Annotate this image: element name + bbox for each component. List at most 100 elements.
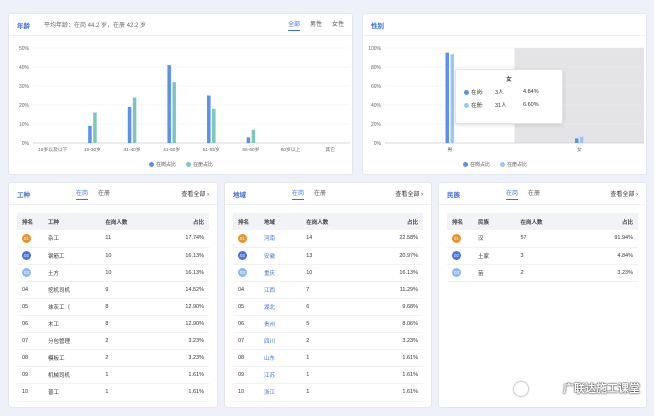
legend-label: 在册占比: [193, 162, 214, 168]
y-tick-label: 100%: [368, 46, 381, 52]
cell-count: 2: [105, 355, 109, 362]
col-pct: 占比: [157, 213, 209, 231]
cell-rank: 08: [17, 350, 43, 367]
cell-name[interactable]: 山东: [259, 350, 301, 367]
col-rank: 排名: [233, 213, 259, 231]
cell-count: 9: [105, 286, 109, 293]
tab-registered[interactable]: 在册: [314, 188, 326, 200]
col-count: 在岗人数: [301, 213, 366, 231]
cell-pct: 12.90%: [185, 304, 204, 311]
cell-rank: 02: [447, 247, 473, 264]
filter-all[interactable]: 全部: [287, 19, 300, 31]
x-tick-label: 女: [577, 146, 582, 153]
rank-number: 08: [238, 355, 245, 362]
cell-rank: 06: [17, 316, 43, 333]
cell-name: 土家: [478, 253, 490, 260]
cell-rank: 01: [447, 230, 473, 247]
cell-pct: 16.13%: [185, 269, 204, 276]
cell-pct: 17.74%: [185, 235, 204, 242]
tooltip-row-onduty: 在岗: 3人 4.84%: [464, 88, 554, 96]
cell-pct: 1.61%: [188, 389, 204, 396]
cell-rank: 01: [233, 230, 259, 247]
chevron-right-icon: ›: [636, 192, 638, 198]
cell-count: 1: [306, 389, 310, 396]
cell-name[interactable]: 四川: [259, 333, 301, 350]
trade-table: 排名 工种 在岗人数 占比 01 杂工 11 17.74% 02 钢筋工 10 16.13% 0…: [17, 213, 209, 402]
cell-name[interactable]: 河南: [259, 230, 301, 247]
rank-badge: 01: [238, 233, 247, 243]
cell-name: 汉: [478, 236, 484, 243]
table-row: 01 杂工 11 17.74%: [17, 230, 209, 248]
cell-pct: 3.23%: [617, 269, 633, 276]
cell-count: 7: [306, 286, 310, 293]
cell-name[interactable]: 贵州: [259, 316, 301, 333]
tab-onduty[interactable]: 在岗: [292, 188, 305, 200]
chevron-right-icon: ›: [421, 192, 423, 198]
trade-card-header: 工种 在岗 在册 查看全部 ›: [9, 183, 217, 205]
cell-pct: 16.13%: [185, 252, 204, 259]
rank-badge: 01: [22, 233, 31, 243]
cell-name: 钢筋工: [48, 253, 65, 260]
view-all-label: 查看全部: [181, 192, 206, 198]
tooltip-label: 在岗:: [471, 90, 484, 96]
tooltip-pct: 6.60%: [523, 102, 539, 108]
legend-label: 在岗占比: [156, 162, 177, 168]
table-header-row: 排名 民族 在岗人数 占比: [447, 213, 638, 231]
y-tick-label: 0%: [22, 141, 30, 147]
y-tick-label: 40%: [371, 103, 382, 109]
view-all-link[interactable]: 查看全部 ›: [610, 189, 638, 198]
legend-item-registered: 在册占比: [500, 161, 527, 168]
cell-count: 1: [306, 355, 310, 362]
cell-count: 3: [520, 252, 524, 259]
col-rank: 排名: [17, 213, 43, 231]
ethnic-title: 民族: [447, 191, 460, 199]
rank-badge: 02: [238, 251, 247, 261]
cell-rank: 05: [233, 298, 259, 315]
cell-pct: 3.23%: [188, 355, 204, 362]
filter-male[interactable]: 男性: [310, 19, 322, 31]
rank-badge: 02: [452, 251, 461, 261]
bar-onduty: [575, 138, 579, 143]
cell-name[interactable]: 江西: [259, 281, 301, 298]
table-row: 02 土家 3 4.84%: [447, 247, 638, 265]
col-trade: 工种: [43, 213, 101, 231]
table-row: 02 安徽 13 20.97%: [233, 247, 423, 265]
cell-count: 57: [520, 235, 527, 242]
cell-name[interactable]: 湖北: [259, 298, 301, 315]
trade-table-wrap: 排名 工种 在岗人数 占比 01 杂工 11 17.74% 02 钢筋工 10 16.13% 0…: [9, 205, 217, 402]
view-all-link[interactable]: 查看全部 ›: [395, 189, 423, 198]
rank-number: 09: [238, 372, 245, 379]
cell-pct: 14.52%: [185, 286, 204, 293]
trade-tabs: 在岗 在册: [76, 188, 110, 200]
cell-name[interactable]: 重庆: [259, 264, 301, 281]
cell-count: 2: [306, 338, 310, 345]
cell-name: 抹灰工（: [48, 305, 71, 312]
cell-pct: 8.06%: [402, 321, 418, 328]
bar-onduty: [127, 106, 132, 143]
tab-onduty[interactable]: 在岗: [76, 188, 89, 200]
table-header-row: 排名 工种 在岗人数 占比: [17, 213, 209, 231]
rank-number: 06: [22, 321, 29, 328]
tab-registered[interactable]: 在册: [98, 188, 110, 200]
tooltip-title: 女: [506, 77, 512, 83]
y-tick-label: 0%: [374, 141, 382, 147]
view-all-link[interactable]: 查看全部 ›: [181, 189, 209, 198]
table-row: 01 河南 14 22.58%: [233, 230, 423, 248]
cell-name[interactable]: 浙江: [259, 384, 301, 401]
trade-title: 工种: [17, 191, 30, 199]
cell-rank: 04: [17, 281, 43, 298]
filter-female[interactable]: 女性: [332, 19, 344, 31]
x-tick-label: 55-60岁: [242, 146, 259, 153]
cell-name[interactable]: 安徽: [259, 247, 301, 264]
tab-registered[interactable]: 在册: [528, 188, 540, 200]
legend-item-onduty: 在岗占比: [463, 161, 490, 168]
rank-number: 04: [238, 286, 245, 293]
tab-onduty[interactable]: 在岗: [506, 188, 519, 200]
cell-count: 8: [105, 321, 109, 328]
cell-pct: 11.29%: [399, 286, 418, 293]
age-title: 年龄: [17, 22, 30, 30]
cell-name[interactable]: 江苏: [259, 367, 301, 384]
ethnic-card: 民族 在岗 在册 查看全部 › 排名 民族 在岗人数 占比 01 汉 57 91.94…: [438, 182, 647, 408]
tooltip-count: 31人: [495, 103, 507, 109]
cell-pct: 3.23%: [402, 338, 418, 345]
